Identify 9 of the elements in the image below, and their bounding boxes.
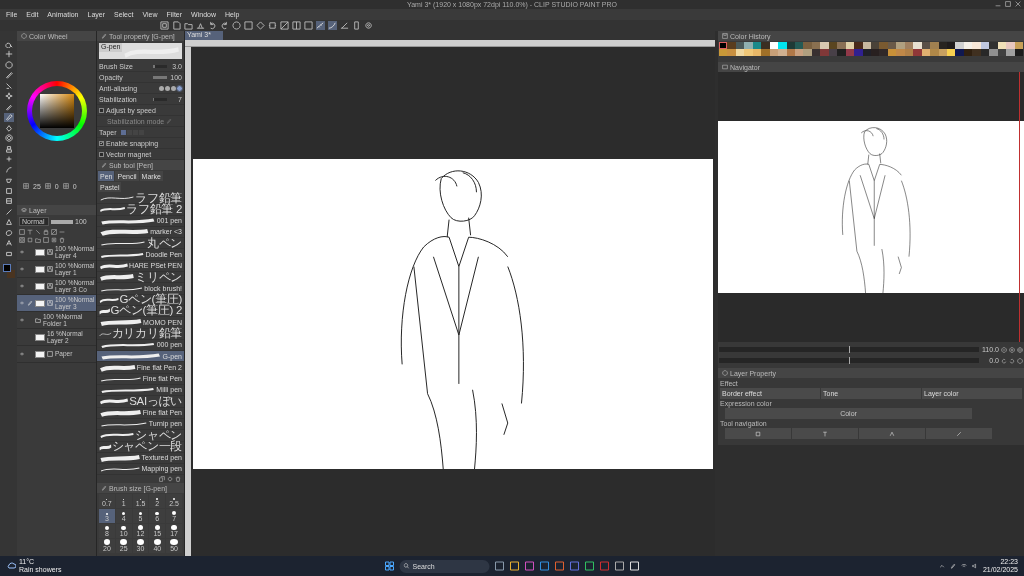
brush-list-item[interactable]: カリカリ鉛筆 [97,328,184,340]
brush-list-item[interactable]: ラフ鉛筆 [97,193,184,205]
brush-list-item[interactable]: ラフ鉛筆 2 [97,204,184,216]
brush-list-item[interactable]: シャペン一段 [97,441,184,453]
brush-list-item[interactable]: シャペン [97,430,184,442]
brush-list-item[interactable]: SAIっぽい [97,396,184,408]
brush-list-item[interactable]: 丸ペン [97,238,184,250]
brush-list-item[interactable]: ミリペン [97,272,184,284]
brush-list-item[interactable]: Gペン(筆圧) 2 [97,305,184,318]
